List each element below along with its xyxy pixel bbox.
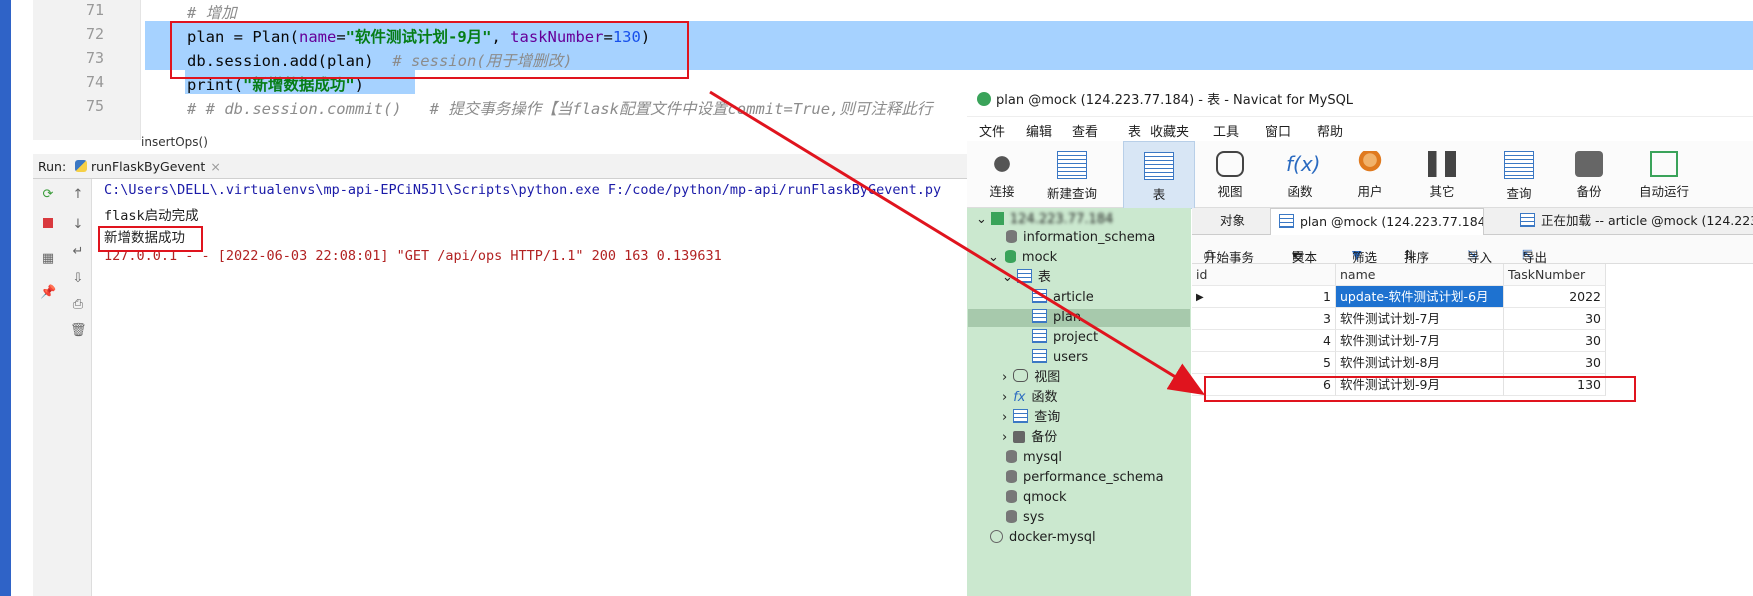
annotation-arrow (709, 90, 1206, 396)
red-arrow-icon (709, 90, 1206, 396)
